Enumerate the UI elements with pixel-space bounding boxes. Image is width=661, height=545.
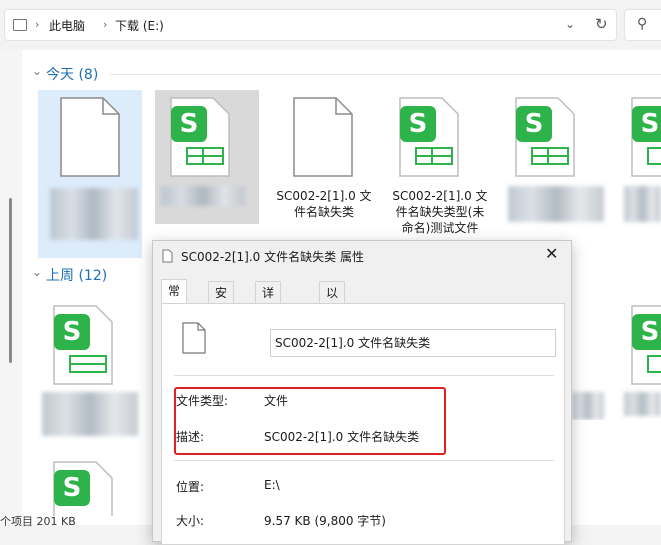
file-tile[interactable]: S: [620, 300, 661, 420]
chevron-down-icon[interactable]: ⌄: [565, 17, 575, 31]
file-name: SC002-2[1].0 文件名缺失类型(未 命名)测试文件: [392, 189, 488, 235]
close-icon[interactable]: ✕: [545, 244, 558, 263]
wps-spreadsheet-icon: S: [631, 97, 661, 177]
breadcrumb-downloads[interactable]: 下载 (E:): [115, 17, 164, 34]
address-bar[interactable]: › 此电脑 › 下载 (E:) ⌄ ↻: [4, 9, 617, 41]
divider: [174, 460, 554, 461]
file-name: SC002-2[1].0 文件名缺失类: [276, 189, 372, 219]
chevron-right-icon: ›: [35, 18, 40, 31]
group-header-today[interactable]: 今天 (8): [46, 64, 98, 84]
wps-spreadsheet-icon: S: [515, 97, 575, 177]
file-tile[interactable]: [572, 300, 612, 420]
status-bar: 个项目 201 KB: [0, 513, 76, 529]
blurred-filename: [42, 392, 138, 436]
blank-file-icon: [293, 97, 353, 177]
location-value: E:\: [264, 478, 280, 492]
svg-text:S: S: [63, 473, 82, 503]
svg-text:S: S: [409, 109, 428, 139]
file-tile[interactable]: [38, 90, 142, 258]
blank-file-icon: [162, 249, 173, 263]
blurred-filename: [572, 392, 604, 420]
tab-general[interactable]: 常规: [161, 279, 188, 320]
search-box[interactable]: ⚲: [624, 9, 661, 41]
status-text: 个项目 201 KB: [0, 515, 76, 528]
size-value: 9.57 KB (9,800 字节): [264, 514, 386, 528]
tab-security[interactable]: 安全: [208, 281, 235, 322]
wps-spreadsheet-icon: S: [631, 305, 661, 385]
filename-field[interactable]: SC002-2[1].0 文件名缺失类: [270, 329, 556, 357]
pc-icon: [13, 19, 27, 31]
group-header-last-week[interactable]: 上周 (12): [46, 265, 107, 285]
blank-file-icon: [60, 97, 120, 177]
chevron-right-icon: ›: [103, 18, 108, 31]
breadcrumb-this-pc[interactable]: 此电脑: [49, 17, 85, 34]
divider: [174, 375, 554, 376]
tab-details[interactable]: 详细信息: [255, 281, 282, 366]
blank-file-icon: [182, 322, 206, 354]
svg-text:S: S: [641, 109, 660, 139]
general-panel: SC002-2[1].0 文件名缺失类 文件类型: 文件 描述: SC002-2…: [161, 303, 565, 545]
scrollbar-thumb[interactable]: [9, 198, 12, 363]
chevron-down-icon[interactable]: ⌄: [32, 265, 42, 279]
svg-text:S: S: [641, 317, 660, 347]
file-tile[interactable]: SC002-2[1].0 文件名缺失类: [272, 90, 376, 260]
group-divider: [110, 74, 661, 75]
navigation-pane: [0, 50, 22, 525]
wps-spreadsheet-icon: S: [53, 461, 113, 516]
svg-text:S: S: [180, 109, 199, 139]
file-tile[interactable]: S SC002-2[1].0 文件名缺失类型(未 命名)测试文件: [388, 90, 492, 260]
blurred-filename: [624, 186, 661, 222]
dialog-title: SC002-2[1].0 文件名缺失类 属性: [181, 250, 364, 264]
wps-spreadsheet-icon: S: [170, 97, 230, 177]
svg-text:S: S: [63, 317, 82, 347]
file-tile[interactable]: S: [620, 90, 661, 260]
chevron-down-icon[interactable]: ⌄: [32, 64, 42, 78]
blurred-filename: [50, 188, 138, 240]
highlight-box: [174, 387, 446, 455]
blurred-filename: [508, 186, 604, 222]
wps-spreadsheet-icon: S: [53, 305, 113, 385]
tab-previous-versions[interactable]: 以前的版本: [319, 281, 346, 388]
search-icon: ⚲: [637, 16, 648, 32]
file-tile[interactable]: S: [155, 90, 259, 224]
wps-spreadsheet-icon: S: [399, 97, 459, 177]
address-bar-area: › 此电脑 › 下载 (E:) ⌄ ↻ ⚲: [0, 0, 661, 50]
size-label: 大小:: [176, 514, 205, 528]
location-label: 位置:: [176, 480, 205, 494]
properties-dialog: SC002-2[1].0 文件名缺失类 属性 ✕ 常规 安全 详细信息 以前的版…: [152, 240, 572, 545]
blurred-filename: [624, 392, 661, 416]
file-tile[interactable]: S: [504, 90, 608, 260]
file-tile[interactable]: S: [38, 300, 142, 440]
file-tile[interactable]: S: [38, 456, 142, 516]
blurred-filename: [161, 186, 245, 206]
svg-text:S: S: [525, 109, 544, 139]
refresh-icon[interactable]: ↻: [595, 15, 608, 33]
